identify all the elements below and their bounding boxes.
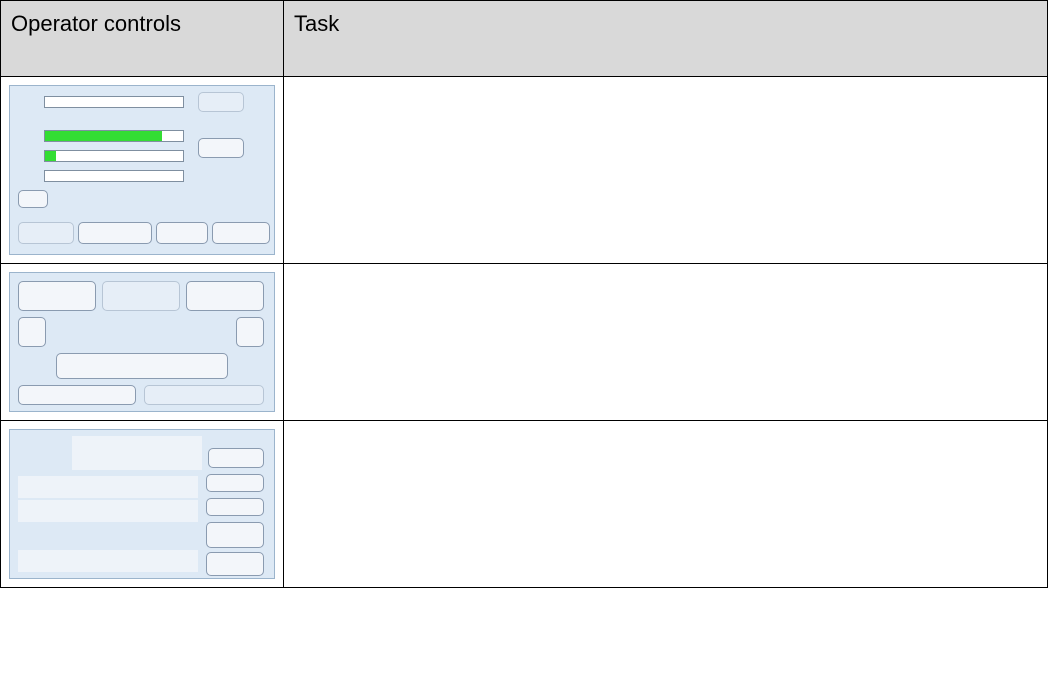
- controls-cell: [0, 263, 284, 421]
- position-readout: [18, 550, 198, 572]
- course-readout: [18, 476, 198, 498]
- disabled-button[interactable]: [18, 222, 74, 244]
- log-button[interactable]: [206, 474, 264, 492]
- exp-button[interactable]: [212, 222, 270, 244]
- task-cell: [283, 263, 1048, 421]
- rain-slider[interactable]: [44, 170, 184, 182]
- sart-button[interactable]: [78, 222, 152, 244]
- tune-slider[interactable]: [44, 96, 184, 108]
- gain-slider[interactable]: [44, 130, 184, 142]
- reset-button[interactable]: [144, 385, 264, 405]
- header-task: Task: [283, 0, 1048, 77]
- controls-cell: [0, 420, 284, 588]
- range-down-button[interactable]: [236, 317, 264, 347]
- heading-speed-panel: [9, 429, 275, 579]
- ccrs-button[interactable]: [206, 522, 264, 548]
- ir-button[interactable]: [156, 222, 208, 244]
- header-operator-controls: Operator controls: [0, 0, 284, 77]
- stab-button[interactable]: [102, 281, 180, 311]
- sensitivity-panel: [9, 85, 275, 255]
- orientation-button[interactable]: [186, 281, 264, 311]
- table-row: [0, 76, 1048, 264]
- log-wt-button[interactable]: [206, 498, 264, 516]
- motion-mode-button[interactable]: [18, 281, 96, 311]
- task-cell: [283, 76, 1048, 264]
- cent-button[interactable]: [18, 385, 136, 405]
- ftc-button[interactable]: [18, 190, 48, 208]
- heading-mode-button[interactable]: [208, 448, 264, 468]
- header-row: Operator controls Task: [0, 0, 1048, 77]
- gps-button[interactable]: [206, 552, 264, 576]
- range-up-button[interactable]: [18, 317, 46, 347]
- task-cell: [283, 420, 1048, 588]
- sea-level-fill: [45, 151, 57, 161]
- speed-readout: [18, 500, 198, 522]
- table-row: [0, 263, 1048, 421]
- sea-auto-button[interactable]: [198, 138, 244, 158]
- controls-cell: [0, 76, 284, 264]
- table-row: [0, 420, 1048, 588]
- sea-slider[interactable]: [44, 150, 184, 162]
- auto-tune-button[interactable]: [198, 92, 244, 112]
- gain-level-fill: [45, 131, 163, 141]
- range-rings-button[interactable]: [56, 353, 228, 379]
- operator-controls-table: Operator controls Task: [0, 0, 1048, 588]
- heading-readout: [72, 436, 202, 470]
- range-panel: [9, 272, 275, 412]
